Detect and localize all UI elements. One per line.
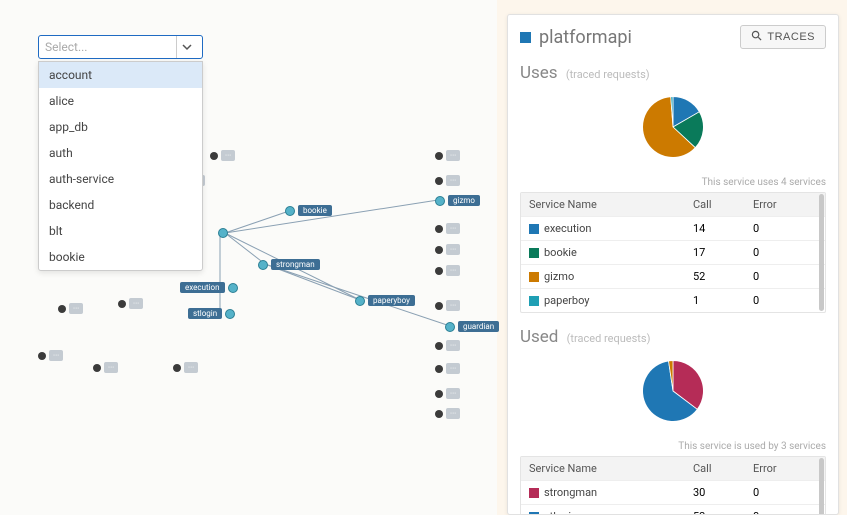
dropdown-option[interactable]: bookie bbox=[39, 244, 202, 270]
color-swatch bbox=[529, 248, 539, 258]
dropdown-option[interactable]: account bbox=[39, 62, 202, 88]
used-heading: Used (traced requests) bbox=[520, 327, 826, 347]
service-title: platformapi bbox=[539, 27, 732, 48]
color-swatch bbox=[529, 296, 539, 306]
table-row[interactable]: paperboy 10 bbox=[521, 289, 825, 312]
graph-node: ··· bbox=[173, 362, 198, 373]
graph-node-execution[interactable]: execution bbox=[180, 282, 238, 293]
graph-node-stlogin[interactable]: stlogin bbox=[188, 308, 235, 319]
used-pie-chart bbox=[520, 351, 826, 435]
graph-node: ··· bbox=[435, 363, 460, 374]
dropdown-option[interactable]: backend bbox=[39, 192, 202, 218]
dropdown-option[interactable]: auth bbox=[39, 140, 202, 166]
graph-node: ··· bbox=[435, 150, 460, 161]
table-row[interactable]: stlogin 530 bbox=[521, 505, 825, 515]
color-swatch bbox=[529, 512, 539, 515]
dropdown-option[interactable]: app_db bbox=[39, 114, 202, 140]
graph-node: ··· bbox=[58, 303, 83, 314]
graph-node: ··· bbox=[118, 298, 143, 309]
uses-caption: This service uses 4 services bbox=[520, 177, 826, 188]
service-select-placeholder: Select... bbox=[45, 40, 87, 54]
graph-node: ··· bbox=[435, 408, 460, 419]
graph-node-strongman[interactable]: strongman bbox=[258, 259, 320, 270]
graph-node: ··· bbox=[435, 265, 460, 276]
service-select[interactable]: Select... bbox=[38, 35, 203, 59]
dropdown-option[interactable]: alice bbox=[39, 88, 202, 114]
uses-heading: Uses (traced requests) bbox=[520, 63, 826, 83]
graph-node: ··· bbox=[38, 350, 63, 361]
chevron-down-icon bbox=[176, 36, 196, 58]
table-row[interactable]: execution 140 bbox=[521, 217, 825, 241]
table-row[interactable]: strongman 300 bbox=[521, 481, 825, 505]
service-select-dropdown[interactable]: account alice app_db auth auth-service b… bbox=[38, 61, 203, 271]
graph-node: ··· bbox=[210, 150, 235, 161]
graph-node: ··· bbox=[93, 362, 118, 373]
uses-pie-chart bbox=[520, 87, 826, 171]
used-table: Service Name Call Error strongman 300 st… bbox=[520, 456, 826, 515]
table-header: Service Name Call Error bbox=[521, 457, 825, 481]
service-details-panel: platformapi TRACES Uses (traced requests… bbox=[507, 14, 839, 515]
graph-node: ··· bbox=[435, 175, 460, 186]
traces-button[interactable]: TRACES bbox=[740, 25, 826, 49]
graph-node-guardian[interactable]: guardian bbox=[445, 321, 499, 332]
graph-node: ··· bbox=[435, 223, 460, 234]
used-caption: This service is used by 3 services bbox=[520, 441, 826, 452]
search-icon bbox=[751, 30, 762, 44]
graph-node-gizmo[interactable]: gizmo bbox=[435, 195, 480, 206]
table-header: Service Name Call Error bbox=[521, 193, 825, 217]
dropdown-option[interactable]: auth-service bbox=[39, 166, 202, 192]
table-row[interactable]: bookie 170 bbox=[521, 241, 825, 265]
graph-node: ··· bbox=[435, 300, 460, 311]
graph-node: ··· bbox=[435, 388, 460, 399]
service-color-swatch bbox=[520, 32, 531, 43]
graph-node: ··· bbox=[435, 340, 460, 351]
graph-node-bookie[interactable]: bookie bbox=[285, 205, 332, 216]
graph-node: ··· bbox=[435, 244, 460, 255]
graph-node-paperboy[interactable]: paperyboy bbox=[355, 295, 415, 306]
table-row[interactable]: gizmo 520 bbox=[521, 265, 825, 289]
color-swatch bbox=[529, 488, 539, 498]
dropdown-option[interactable]: blt bbox=[39, 218, 202, 244]
color-swatch bbox=[529, 224, 539, 234]
uses-table: Service Name Call Error execution 140 bo… bbox=[520, 192, 826, 313]
color-swatch bbox=[529, 272, 539, 282]
graph-node-selected[interactable] bbox=[218, 228, 228, 238]
